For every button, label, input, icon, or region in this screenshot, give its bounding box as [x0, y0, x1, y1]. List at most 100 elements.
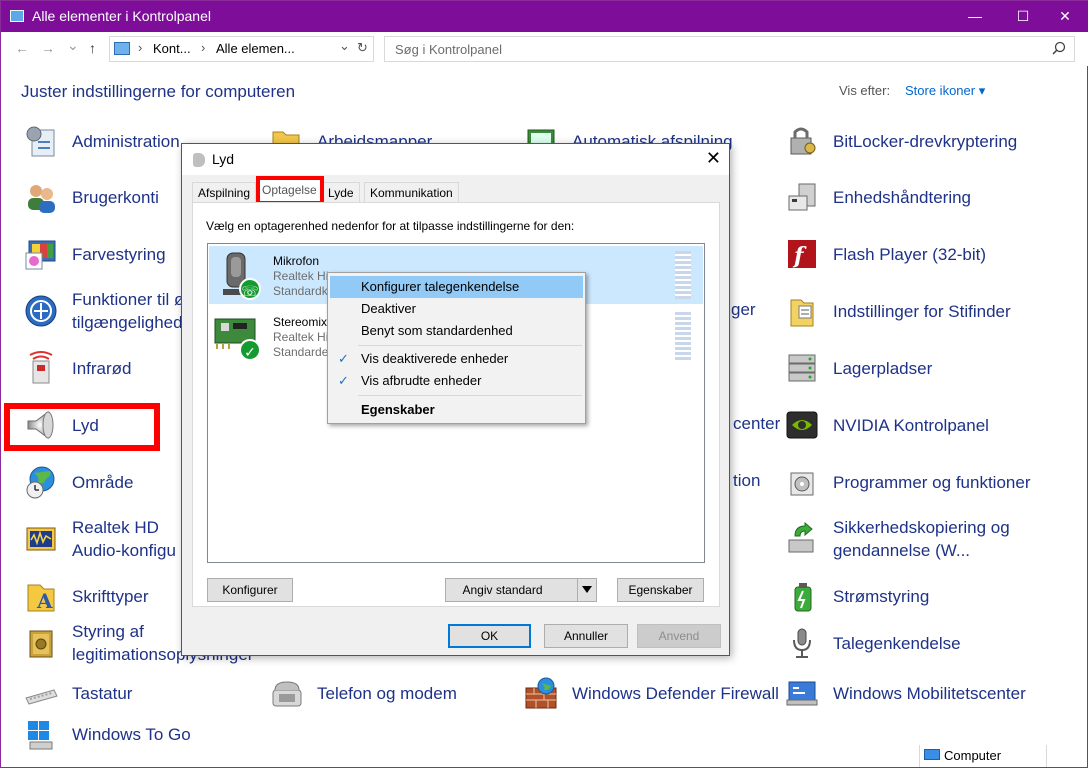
breadcrumb-separator: › — [138, 40, 143, 55]
device-manager-icon — [784, 179, 820, 215]
ok-button[interactable]: OK — [448, 624, 531, 648]
item-label-partial: center — [733, 414, 781, 433]
item-label: Tastatur — [72, 683, 133, 703]
title-bar[interactable]: Alle elementer i Kontrolpanel — ☐ ✕ — [1, 1, 1088, 32]
item-label-partial: tion — [733, 471, 761, 490]
search-placeholder: Søg i Kontrolpanel — [395, 42, 502, 57]
dialog-title-bar[interactable]: Lyd ✕ — [182, 144, 729, 175]
fonts-icon: A — [23, 578, 59, 614]
phone-badge-icon: ☏ — [239, 278, 261, 300]
user-accounts-icon — [23, 179, 59, 215]
item-label: Talegenkendelse — [833, 633, 961, 653]
page-title: Juster indstillingerne for computeren — [21, 82, 296, 101]
item-stifinder[interactable]: Indstillinger for Stifinder — [784, 293, 1011, 329]
up-button[interactable]: ↑ — [89, 40, 96, 56]
dialog-title: Lyd — [212, 151, 235, 167]
item-lagerpladser[interactable]: Lagerpladser — [784, 350, 932, 386]
item-farvestyring[interactable]: Farvestyring — [23, 236, 166, 272]
item-label: Infrarød — [72, 358, 132, 378]
item-enhedshandtering[interactable]: Enhedshåndtering — [784, 179, 971, 215]
item-nvidia[interactable]: NVIDIA Kontrolpanel — [784, 407, 989, 443]
search-icon — [1052, 41, 1066, 58]
device-status: Standarde — [273, 345, 329, 359]
item-sikkerhedskopiering[interactable]: Sikkerhedskopiering og gendannelse (W... — [784, 516, 1010, 562]
close-button[interactable]: ✕ — [1041, 1, 1088, 32]
nvidia-icon — [784, 407, 820, 443]
item-label-partial: ger — [731, 300, 756, 319]
item-mobilitetscenter[interactable]: Windows Mobilitetscenter — [784, 675, 1026, 711]
set-default-button[interactable]: Angiv standard — [445, 578, 578, 602]
item-flash-player[interactable]: f Flash Player (32-bit) — [784, 236, 986, 272]
address-bar[interactable]: › Kont... › Alle elemen... ⌄ ↻ — [109, 36, 374, 62]
view-by-dropdown[interactable]: Store ikoner ▾ — [905, 83, 985, 99]
item-label: Flash Player (32-bit) — [833, 244, 987, 264]
apply-button[interactable]: Anvend — [637, 624, 721, 648]
minimize-button[interactable]: — — [951, 1, 999, 32]
menu-item-label: Benyt som standardenhed — [361, 323, 513, 338]
item-programmer[interactable]: Programmer og funktioner — [784, 464, 1030, 500]
address-dropdown-button[interactable]: ⌄ — [339, 38, 350, 54]
programs-features-icon — [784, 464, 820, 500]
configure-button[interactable]: Konfigurer — [207, 578, 293, 602]
color-management-icon — [23, 236, 59, 272]
item-brugerkonti[interactable]: Brugerkonti — [23, 179, 159, 215]
item-omrade[interactable]: Område — [23, 464, 133, 500]
item-realtek[interactable]: Realtek HD Audio-konfigu — [23, 516, 176, 562]
item-administration[interactable]: Administration — [23, 123, 180, 159]
item-tilgaengelighed[interactable]: Funktioner til ø tilgængelighed — [23, 288, 184, 334]
item-label: Indstillinger for Stifinder — [833, 301, 1011, 321]
credential-manager-icon — [23, 625, 59, 661]
search-input[interactable]: Søg i Kontrolpanel — [384, 36, 1075, 62]
file-explorer-options-icon — [784, 293, 820, 329]
item-label: Realtek HD Audio-konfigu — [72, 516, 176, 562]
cancel-button[interactable]: Annuller — [544, 624, 628, 648]
item-bitlocker[interactable]: BitLocker-drevkryptering — [784, 123, 1017, 159]
recent-locations-button[interactable]: ⌄ — [67, 37, 79, 54]
item-talegenkendelse[interactable]: Talegenkendelse — [784, 625, 961, 661]
menu-item-label: Deaktiver — [361, 301, 416, 316]
level-meter — [675, 251, 691, 299]
item-label: Administration — [72, 131, 180, 151]
properties-button[interactable]: Egenskaber — [617, 578, 704, 602]
check-badge-icon: ✓ — [239, 339, 261, 361]
back-button[interactable]: ← — [15, 40, 29, 56]
level-meter — [675, 312, 691, 360]
item-skrifttyper[interactable]: A Skrifttyper — [23, 578, 149, 614]
item-tastatur[interactable]: Tastatur — [23, 675, 132, 711]
item-windows-defender-firewall[interactable]: Windows Defender Firewall — [523, 675, 779, 711]
item-label: Lagerpladser — [833, 358, 933, 378]
item-infrarod[interactable]: Infrarød — [23, 350, 132, 386]
menu-item-show-disabled[interactable]: ✓ Vis deaktiverede enheder — [330, 348, 583, 370]
menu-item-disable[interactable]: Deaktiver — [330, 298, 583, 320]
status-computer: Computer — [919, 745, 1047, 767]
menu-item-configure-speech[interactable]: Konfigurer talegenkendelse — [330, 276, 583, 298]
menu-item-label: Egenskaber — [361, 402, 435, 417]
item-label: Funktioner til ø tilgængelighed — [72, 288, 184, 334]
item-label: Sikkerhedskopiering og gendannelse (W... — [833, 516, 1010, 562]
device-driver: Realtek Hi — [273, 269, 329, 283]
item-label: Strømstyring — [833, 586, 930, 606]
menu-item-properties[interactable]: Egenskaber — [330, 399, 583, 421]
breadcrumb-alle-elementer[interactable]: Alle elemen... — [216, 41, 295, 56]
phone-modem-icon — [268, 675, 304, 711]
dialog-close-button[interactable]: ✕ — [706, 148, 721, 169]
item-label-line2: tilgængelighed — [72, 313, 183, 332]
mobility-center-icon — [784, 675, 820, 711]
maximize-button[interactable]: ☐ — [999, 1, 1047, 32]
tab-afspilning[interactable]: Afspilning — [192, 182, 257, 203]
breadcrumb-kontrolpanel[interactable]: Kont... — [153, 41, 191, 56]
item-telefon-modem[interactable]: Telefon og modem — [268, 675, 457, 711]
item-label-line2: gendannelse (W... — [833, 541, 971, 560]
item-stromstyring[interactable]: Strømstyring — [784, 578, 929, 614]
power-options-icon — [784, 578, 820, 614]
menu-item-show-disconnected[interactable]: ✓ Vis afbrudte enheder — [330, 370, 583, 392]
refresh-button[interactable]: ↻ — [357, 40, 368, 56]
item-label: NVIDIA Kontrolpanel — [833, 415, 989, 435]
tab-kommunikation[interactable]: Kommunikation — [364, 182, 459, 203]
computer-icon — [924, 749, 940, 760]
forward-button[interactable]: → — [41, 40, 55, 56]
tab-lyde[interactable]: Lyde — [322, 182, 360, 203]
set-default-dropdown-button[interactable] — [577, 578, 597, 602]
menu-item-set-default[interactable]: Benyt som standardenhed — [330, 320, 583, 342]
firewall-icon — [523, 675, 559, 711]
